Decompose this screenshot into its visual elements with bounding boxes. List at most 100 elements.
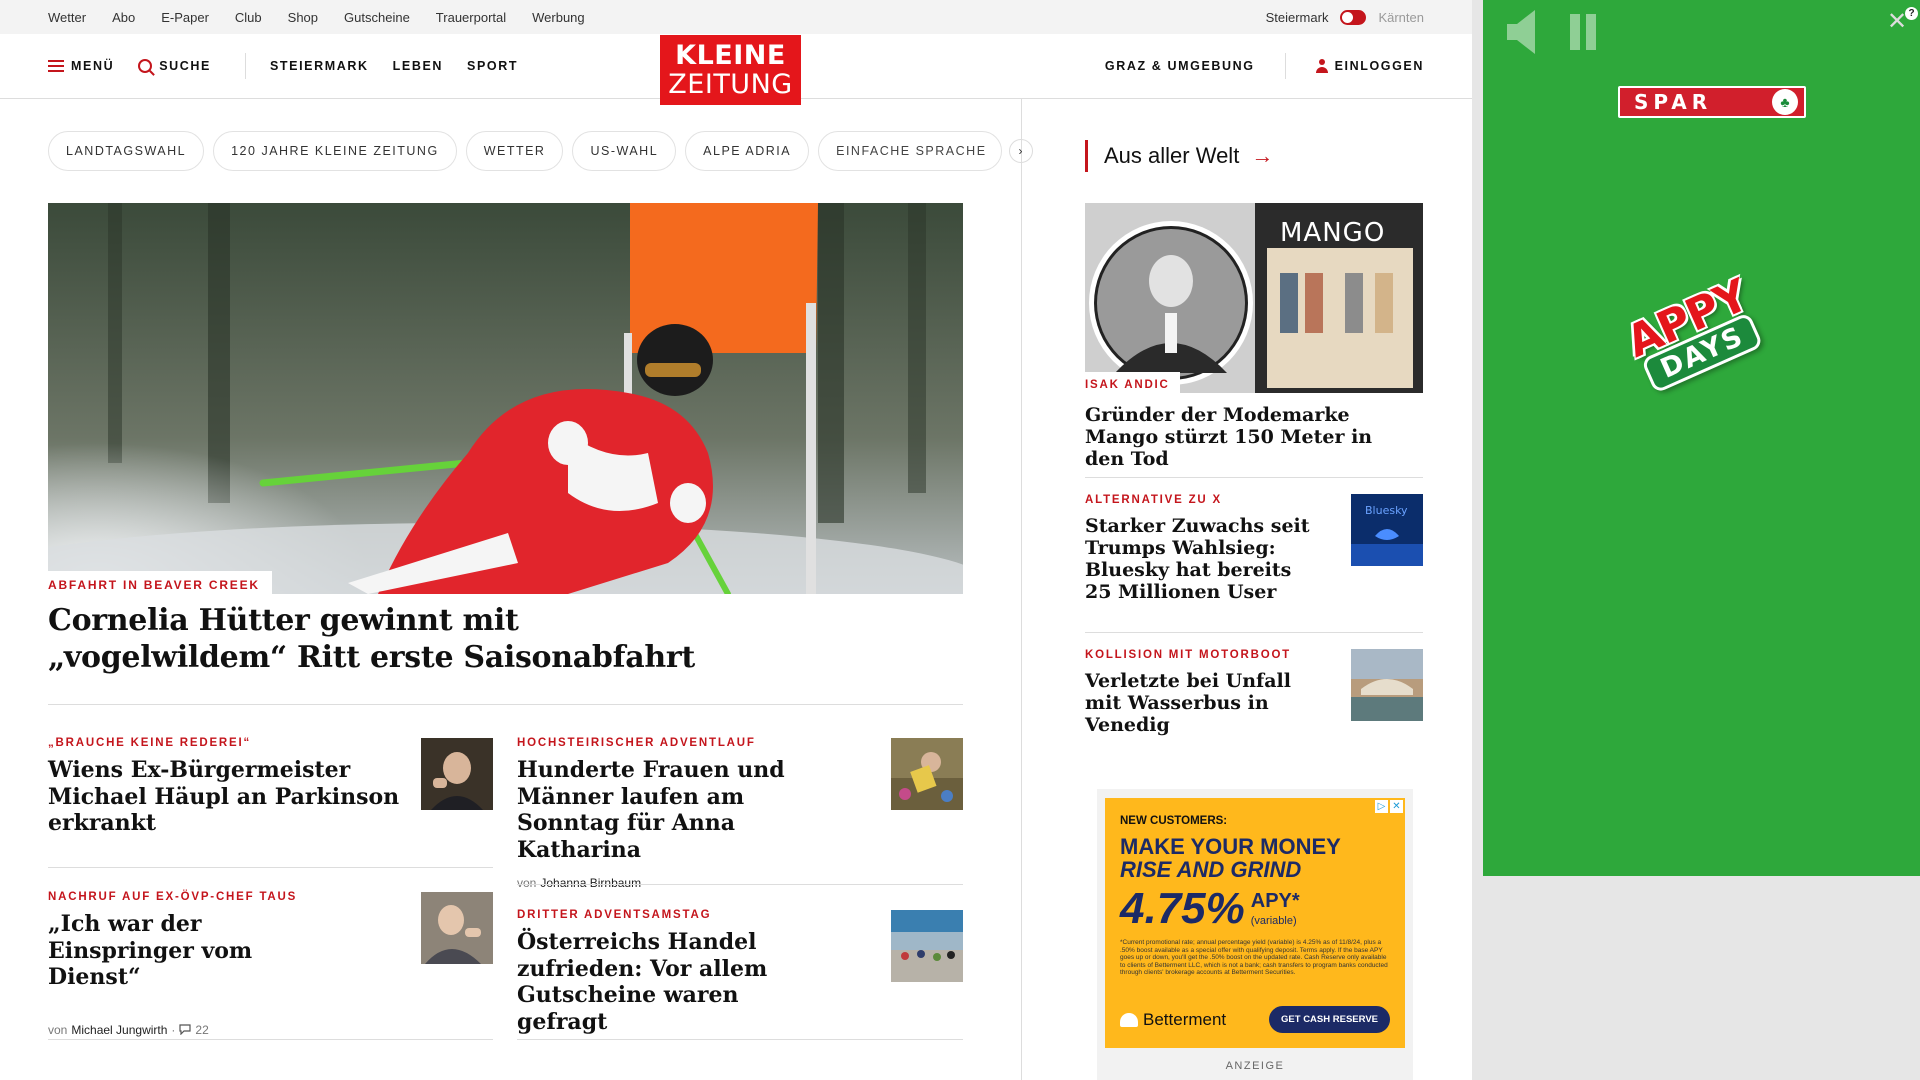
betterment-logo-text: Betterment: [1143, 1009, 1227, 1029]
sidebar-title[interactable]: Verletzte bei Unfall mit Wasserbus in Ve…: [1085, 670, 1315, 736]
teaser-byline: von Johanna Birnbaum: [517, 876, 817, 890]
hero-title[interactable]: Cornelia Hütter gewinnt mit „vogelwildem…: [48, 602, 948, 676]
comment-icon: [179, 1024, 192, 1035]
divider: [1085, 632, 1423, 633]
topic-pill-einfache-sprache[interactable]: EINFACHE SPRACHE: [818, 131, 1002, 171]
nav-link-leben[interactable]: LEBEN: [393, 59, 443, 73]
sidebar-thumbnail[interactable]: Bluesky: [1351, 494, 1423, 566]
sidebar-thumbnail[interactable]: [1351, 649, 1423, 721]
teaser-thumbnail[interactable]: [891, 738, 963, 810]
sidebar-lead-image[interactable]: MANGO: [1085, 203, 1423, 393]
topic-pill-alpe-adria[interactable]: ALPE ADRIA: [685, 131, 810, 171]
byline-author[interactable]: Johanna Birnbaum: [540, 876, 641, 890]
teaser-kicker: HOCHSTEIRISCHER ADVENTLAUF: [517, 737, 756, 749]
betterment-logo-icon: [1120, 1012, 1138, 1027]
ad-new-customers: NEW CUSTOMERS:: [1120, 815, 1228, 827]
sidebar-title[interactable]: Gründer der Modemarke Mango stürzt 150 M…: [1085, 404, 1415, 470]
topics-next-button[interactable]: ›: [1008, 139, 1033, 163]
help-icon[interactable]: ?: [1905, 7, 1918, 20]
teaser-title: „Ich war der Einspringer vom Dienst“: [48, 911, 253, 990]
teaser-thumbnail[interactable]: [891, 910, 963, 982]
utility-link-gutscheine[interactable]: Gutscheine: [344, 10, 410, 25]
search-icon: [138, 59, 153, 73]
sidebar-kicker: ALTERNATIVE ZU X: [1085, 494, 1222, 506]
byline-separator: ·: [171, 1022, 176, 1037]
hero-image[interactable]: [48, 203, 963, 594]
nav-divider: [244, 53, 246, 79]
search-button[interactable]: SUCHE: [138, 59, 211, 73]
divider: [48, 867, 493, 868]
divider: [48, 704, 963, 705]
region-toggle[interactable]: [1340, 9, 1367, 25]
ski-racer-photo: [48, 203, 963, 594]
region-kaernten[interactable]: Kärnten: [1378, 10, 1424, 25]
betterment-ad[interactable]: ▷ ✕ NEW CUSTOMERS: MAKE YOUR MONEY RISE …: [1105, 798, 1405, 1048]
venice-photo: [1351, 649, 1423, 721]
teaser-thumbnail[interactable]: [421, 892, 493, 964]
nav-link-graz[interactable]: GRAZ & UMGEBUNG: [1105, 59, 1255, 73]
divider: [48, 1039, 493, 1040]
ad-headline: MAKE YOUR MONEY RISE AND GRIND: [1120, 835, 1390, 881]
utility-link-shop[interactable]: Shop: [288, 10, 318, 25]
topic-pills: LANDTAGSWAHL 120 JAHRE KLEINE ZEITUNG WE…: [48, 131, 1033, 171]
utility-links: Wetter Abo E-Paper Club Shop Gutscheine …: [48, 10, 585, 25]
site-logo[interactable]: KLEINE ZEITUNG: [660, 35, 801, 105]
page: Wetter Abo E-Paper Club Shop Gutscheine …: [0, 0, 1920, 1080]
get-cash-reserve-button[interactable]: GET CASH RESERVE: [1269, 1006, 1390, 1033]
utility-link-epaper[interactable]: E-Paper: [161, 10, 209, 25]
region-switch: Steiermark Kärnten: [1266, 9, 1424, 25]
ad-headline-2: RISE AND GRIND: [1120, 857, 1302, 882]
region-steiermark[interactable]: Steiermark: [1266, 10, 1329, 25]
menu-label: MENÜ: [71, 59, 115, 73]
utility-link-werbung[interactable]: Werbung: [532, 10, 585, 25]
teaser-title: Österreichs Handel zufrieden: Vor allem …: [517, 929, 768, 1035]
sidebar-title[interactable]: Starker Zuwachs seit Trumps Wahlsieg: Bl…: [1085, 515, 1315, 603]
spar-logo: SPAR ♣: [1618, 86, 1806, 118]
utility-link-trauerportal[interactable]: Trauerportal: [436, 10, 506, 25]
sidebar-heading-link[interactable]: Aus aller Welt →: [1085, 140, 1273, 172]
spar-video-ad[interactable]: ✕ ? SPAR ♣ APPY DAYS: [1483, 0, 1920, 876]
utility-link-abo[interactable]: Abo: [112, 10, 135, 25]
topic-pill-wetter[interactable]: WETTER: [465, 131, 564, 171]
divider: [517, 1039, 963, 1040]
topic-pill-120-jahre[interactable]: 120 JAHRE KLEINE ZEITUNG: [213, 131, 457, 171]
shopping-street-photo: [891, 910, 963, 982]
nav-link-sport[interactable]: SPORT: [467, 59, 518, 73]
adchoices[interactable]: ▷ ✕: [1375, 800, 1403, 813]
login-button[interactable]: EINLOGGEN: [1315, 59, 1424, 73]
event-photo: [891, 738, 963, 810]
bluesky-photo: Bluesky: [1351, 494, 1423, 566]
topic-pill-landtagswahl[interactable]: LANDTAGSWAHL: [48, 131, 205, 171]
ad-close-icon[interactable]: ✕: [1390, 800, 1403, 813]
sidebar-kicker: KOLLISION MIT MOTORBOOT: [1085, 649, 1292, 661]
utility-bar: Wetter Abo E-Paper Club Shop Gutscheine …: [0, 0, 1472, 34]
utility-link-wetter[interactable]: Wetter: [48, 10, 86, 25]
bluesky-text: Bluesky: [1365, 504, 1408, 517]
portrait-photo: [421, 892, 493, 964]
mute-icon[interactable]: [1505, 8, 1545, 56]
teaser-thumbnail[interactable]: [421, 738, 493, 810]
utility-link-club[interactable]: Club: [235, 10, 262, 25]
teaser-taus[interactable]: NACHRUF AUF EX-ÖVP-CHEF TAUS „Ich war de…: [48, 891, 348, 1037]
main-nav: MENÜ SUCHE STEIERMARK LEBEN SPORT KLEINE…: [0, 34, 1472, 105]
arrow-right-icon: →: [1251, 143, 1274, 168]
nav-link-steiermark[interactable]: STEIERMARK: [270, 59, 369, 73]
overlay-ad-panel: ✕ ? SPAR ♣ APPY DAYS: [1472, 0, 1920, 1080]
menu-button[interactable]: MENÜ: [48, 59, 114, 73]
nav-divider: [1284, 53, 1286, 79]
teaser-kicker: „BRAUCHE KEINE REDEREI“: [48, 737, 252, 749]
sidebar-kicker: ISAK ANDIC: [1085, 372, 1180, 395]
topic-pill-us-wahl[interactable]: US-WAHL: [572, 131, 677, 171]
teaser-adventlauf[interactable]: HOCHSTEIRISCHER ADVENTLAUF Hunderte Frau…: [517, 737, 817, 890]
comment-count[interactable]: 22: [195, 1023, 208, 1037]
byline-author[interactable]: Michael Jungwirth: [71, 1023, 167, 1037]
column-divider: [1021, 99, 1022, 1080]
adchoices-icon[interactable]: ▷: [1375, 800, 1388, 813]
pause-icon[interactable]: [1568, 14, 1598, 50]
teaser-title: Hunderte Frauen und Männer laufen am Son…: [517, 757, 785, 863]
teaser-haeupl[interactable]: „BRAUCHE KEINE REDEREI“ Wiens Ex-Bürgerm…: [48, 737, 408, 837]
teaser-handel[interactable]: DRITTER ADVENTSAMSTAG Österreichs Handel…: [517, 909, 817, 1035]
nav-left: MENÜ SUCHE STEIERMARK LEBEN SPORT: [48, 53, 542, 79]
display-ad-container: ▷ ✕ NEW CUSTOMERS: MAKE YOUR MONEY RISE …: [1097, 789, 1413, 1080]
ad-apy: APY* (variable): [1251, 887, 1300, 931]
